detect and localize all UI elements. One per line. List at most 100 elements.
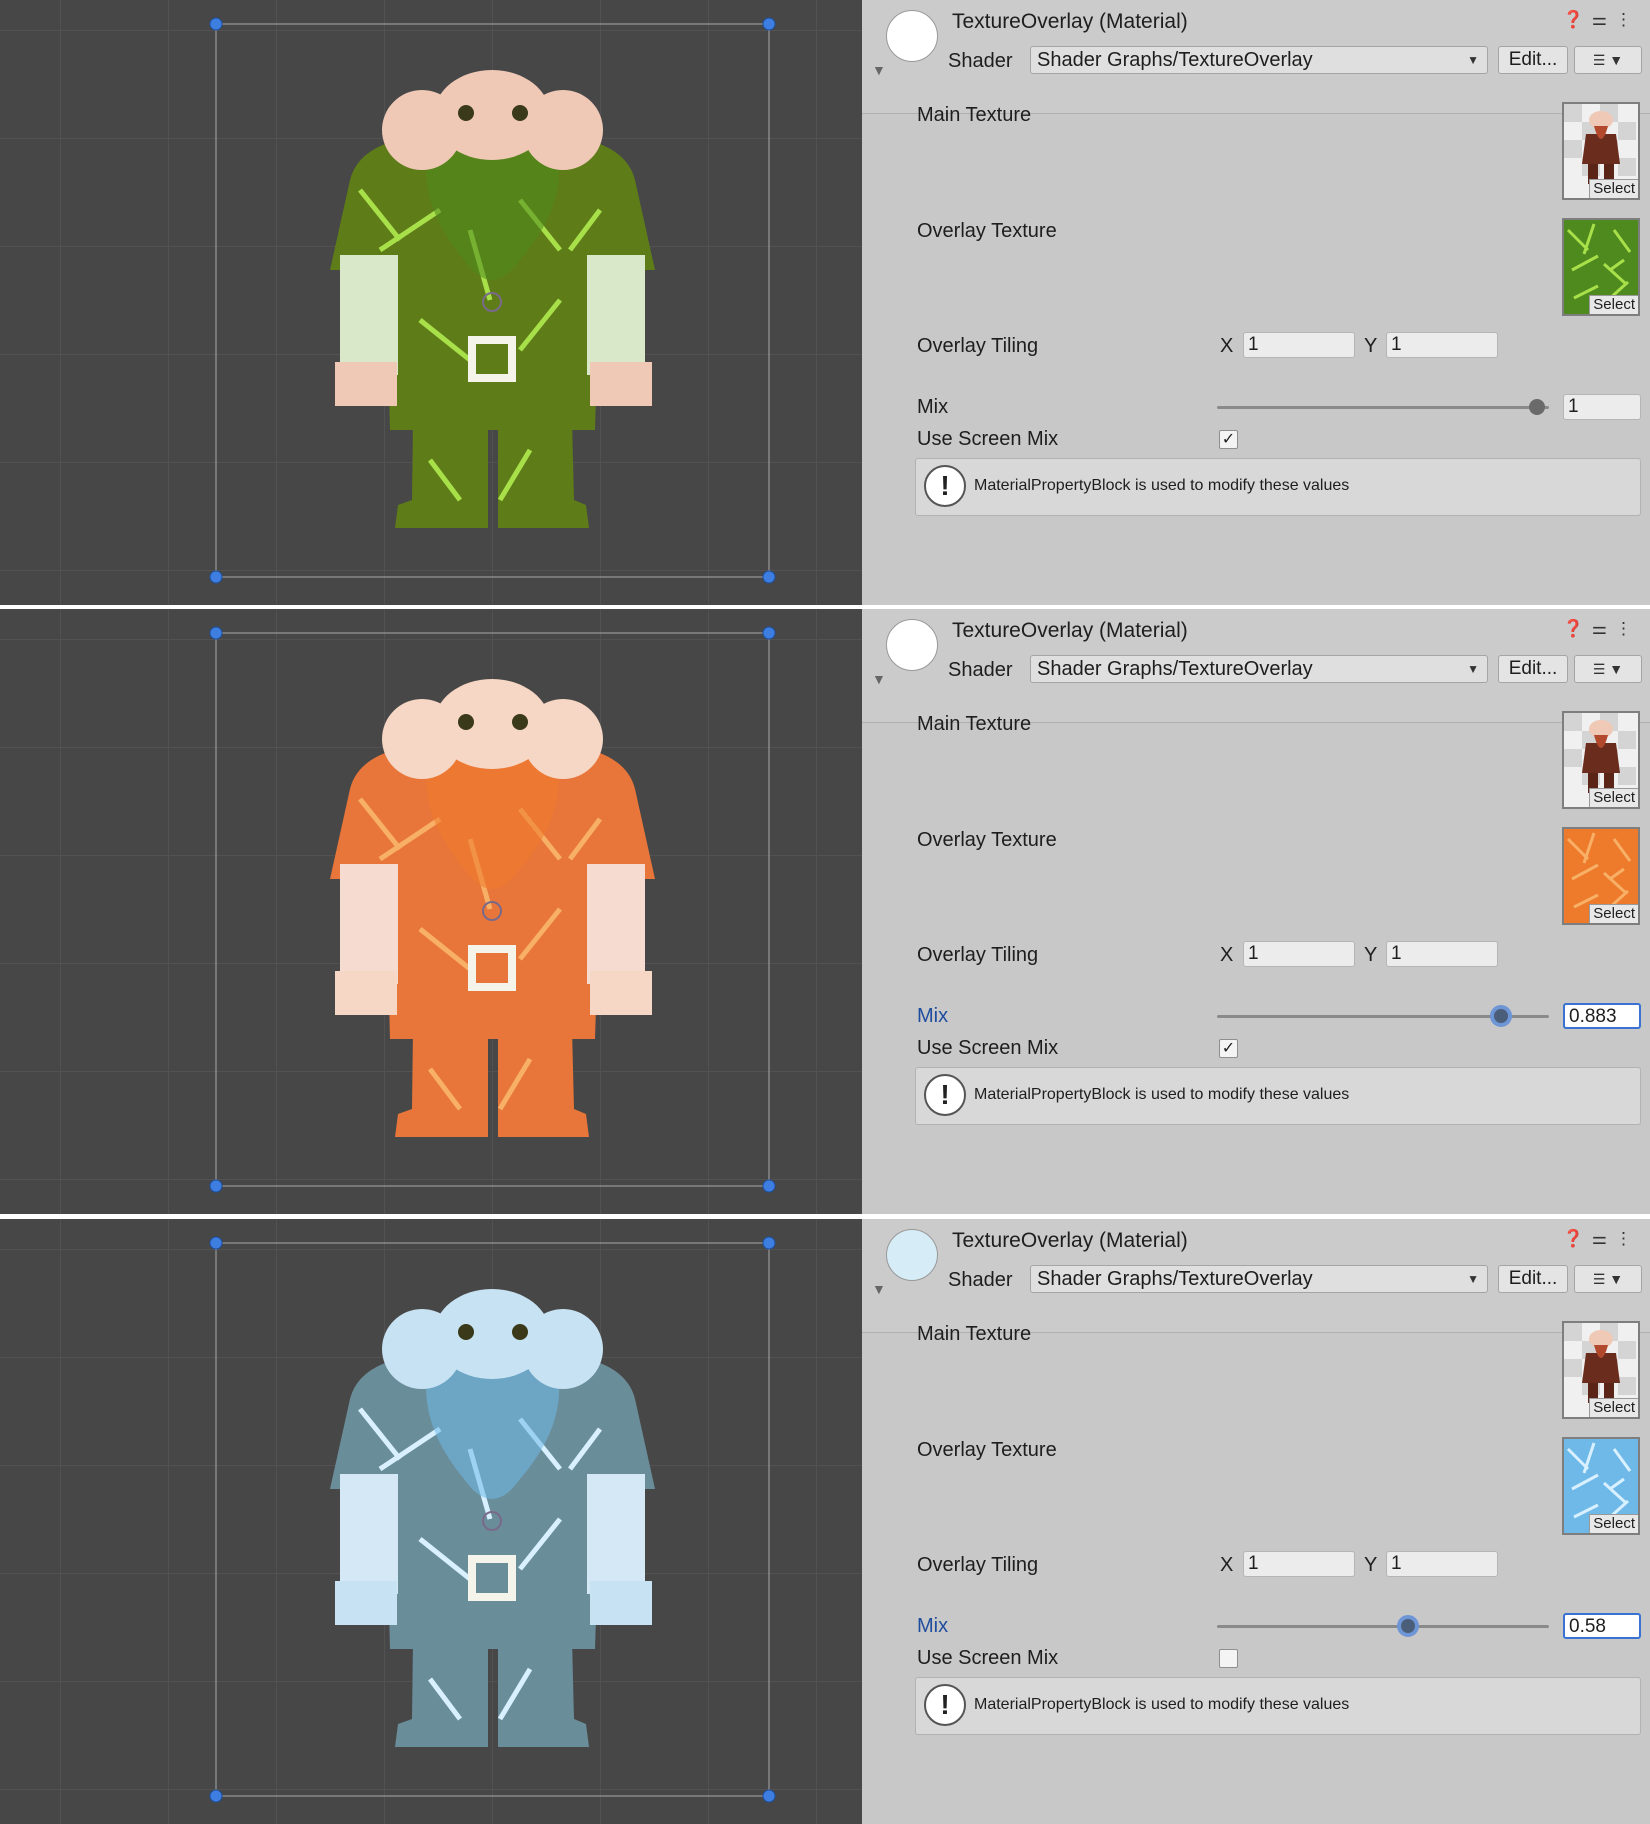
- foldout-arrow-icon[interactable]: ▼: [872, 1281, 886, 1297]
- material-header: TextureOverlay (Material) ❓⚌⋮ ▼ Shader S…: [862, 0, 1650, 114]
- inspector-panel: TextureOverlay (Material) ❓⚌⋮ ▼ Shader S…: [862, 609, 1650, 1214]
- mix-field[interactable]: 1: [1563, 394, 1641, 420]
- use-screen-mix-checkbox[interactable]: ✓: [1219, 430, 1238, 449]
- handle-top-right: [762, 1236, 776, 1250]
- mix-slider-thumb[interactable]: [1489, 1005, 1512, 1027]
- use-screen-mix-label: Use Screen Mix: [917, 428, 1059, 450]
- edit-button[interactable]: Edit...: [1498, 46, 1568, 74]
- right-arm: [587, 864, 645, 984]
- info-help-box: ! MaterialPropertyBlock is used to modif…: [915, 1677, 1641, 1735]
- main-texture-label: Main Texture: [917, 1323, 1032, 1345]
- help-icon[interactable]: ❓: [1563, 1229, 1592, 1248]
- mix-slider-thumb[interactable]: [1529, 399, 1545, 415]
- shader-label: Shader: [948, 50, 1013, 72]
- main-texture-slot[interactable]: Select: [1562, 102, 1640, 200]
- mix-field[interactable]: 0.58: [1563, 1613, 1641, 1639]
- info-icon: !: [924, 465, 966, 507]
- shader-dropdown[interactable]: Shader Graphs/TextureOverlay ▼: [1030, 1265, 1488, 1293]
- material-header: TextureOverlay (Material) ❓⚌⋮ ▼ Shader S…: [862, 1219, 1650, 1333]
- left-eye: [458, 105, 474, 121]
- main-texture-label: Main Texture: [917, 713, 1032, 735]
- chevron-down-icon: ▼: [1609, 52, 1624, 68]
- kebab-menu-icon[interactable]: ⋮: [1615, 10, 1640, 29]
- character-sprite[interactable]: [0, 0, 862, 605]
- handle-bottom-left: [209, 570, 223, 584]
- preset-icon[interactable]: ⚌: [1592, 619, 1615, 638]
- header-icons: ❓⚌⋮: [1563, 619, 1640, 639]
- select-button[interactable]: Select: [1589, 1398, 1638, 1417]
- list-menu-button[interactable]: ☰ ▼: [1574, 655, 1642, 683]
- tiling-x-field[interactable]: 1: [1243, 941, 1355, 967]
- select-button[interactable]: Select: [1589, 295, 1638, 314]
- edit-button[interactable]: Edit...: [1498, 655, 1568, 683]
- right-eye: [512, 1324, 528, 1340]
- preset-icon[interactable]: ⚌: [1592, 1229, 1615, 1248]
- info-text: MaterialPropertyBlock is used to modify …: [974, 1696, 1350, 1713]
- info-icon: !: [924, 1684, 966, 1726]
- list-menu-button[interactable]: ☰ ▼: [1574, 46, 1642, 74]
- material-panel-1: TextureOverlay (Material) ❓⚌⋮ ▼ Shader S…: [0, 0, 1650, 605]
- overlay-tiling-label: Overlay Tiling: [917, 1554, 1039, 1576]
- left-arm: [340, 1474, 398, 1594]
- mix-slider-thumb[interactable]: [1396, 1615, 1419, 1637]
- overlay-tiling-label: Overlay Tiling: [917, 335, 1039, 357]
- character-sprite[interactable]: [0, 609, 862, 1214]
- info-help-box: ! MaterialPropertyBlock is used to modif…: [915, 458, 1641, 516]
- foldout-arrow-icon[interactable]: ▼: [872, 671, 886, 687]
- scene-view[interactable]: [0, 1219, 862, 1824]
- scene-view[interactable]: [0, 0, 862, 605]
- info-text: MaterialPropertyBlock is used to modify …: [974, 477, 1350, 494]
- main-texture-slot[interactable]: Select: [1562, 1321, 1640, 1419]
- right-arm: [587, 1474, 645, 1594]
- main-texture-slot[interactable]: Select: [1562, 711, 1640, 809]
- material-preview: [886, 10, 938, 62]
- handle-top-left: [209, 1236, 223, 1250]
- mix-field[interactable]: 0.883: [1563, 1003, 1641, 1029]
- tiling-y-label: Y: [1364, 335, 1378, 357]
- shader-value: Shader Graphs/TextureOverlay: [1037, 1268, 1313, 1290]
- shader-dropdown[interactable]: Shader Graphs/TextureOverlay ▼: [1030, 655, 1488, 683]
- list-menu-button[interactable]: ☰ ▼: [1574, 1265, 1642, 1293]
- info-help-box: ! MaterialPropertyBlock is used to modif…: [915, 1067, 1641, 1125]
- tiling-y-field[interactable]: 1: [1386, 332, 1498, 358]
- overlay-texture-slot[interactable]: Select: [1562, 827, 1640, 925]
- shader-value: Shader Graphs/TextureOverlay: [1037, 49, 1313, 71]
- main-texture-label: Main Texture: [917, 104, 1032, 126]
- handle-bottom-right: [762, 570, 776, 584]
- tiling-y-field[interactable]: 1: [1386, 941, 1498, 967]
- tiling-x-field[interactable]: 1: [1243, 332, 1355, 358]
- tiling-y-field[interactable]: 1: [1386, 1551, 1498, 1577]
- right-eye: [512, 714, 528, 730]
- tiling-x-field[interactable]: 1: [1243, 1551, 1355, 1577]
- use-screen-mix-checkbox[interactable]: ✓: [1219, 1039, 1238, 1058]
- select-button[interactable]: Select: [1589, 904, 1638, 923]
- list-icon: ☰: [1592, 661, 1606, 677]
- overlay-texture-slot[interactable]: Select: [1562, 218, 1640, 316]
- kebab-menu-icon[interactable]: ⋮: [1615, 1229, 1640, 1248]
- right-arm: [587, 255, 645, 375]
- edit-button[interactable]: Edit...: [1498, 1265, 1568, 1293]
- left-eye: [458, 1324, 474, 1340]
- shader-dropdown[interactable]: Shader Graphs/TextureOverlay ▼: [1030, 46, 1488, 74]
- scene-view[interactable]: [0, 609, 862, 1214]
- handle-bottom-right: [762, 1179, 776, 1193]
- help-icon[interactable]: ❓: [1563, 619, 1592, 638]
- handle-top-right: [762, 626, 776, 640]
- handle-top-left: [209, 626, 223, 640]
- overlay-texture-label: Overlay Texture: [917, 1439, 1057, 1461]
- mix-slider-track[interactable]: [1217, 406, 1549, 409]
- preset-icon[interactable]: ⚌: [1592, 10, 1615, 29]
- select-button[interactable]: Select: [1589, 788, 1638, 807]
- material-preview: [886, 1229, 938, 1281]
- mix-slider-track[interactable]: [1217, 1625, 1549, 1628]
- kebab-menu-icon[interactable]: ⋮: [1615, 619, 1640, 638]
- foldout-arrow-icon[interactable]: ▼: [872, 62, 886, 78]
- select-button[interactable]: Select: [1589, 179, 1638, 198]
- info-icon: !: [924, 1074, 966, 1116]
- help-icon[interactable]: ❓: [1563, 10, 1592, 29]
- tiling-y-label: Y: [1364, 1554, 1378, 1576]
- use-screen-mix-checkbox[interactable]: [1219, 1649, 1238, 1668]
- select-button[interactable]: Select: [1589, 1514, 1638, 1533]
- overlay-texture-slot[interactable]: Select: [1562, 1437, 1640, 1535]
- character-sprite[interactable]: [0, 1219, 862, 1824]
